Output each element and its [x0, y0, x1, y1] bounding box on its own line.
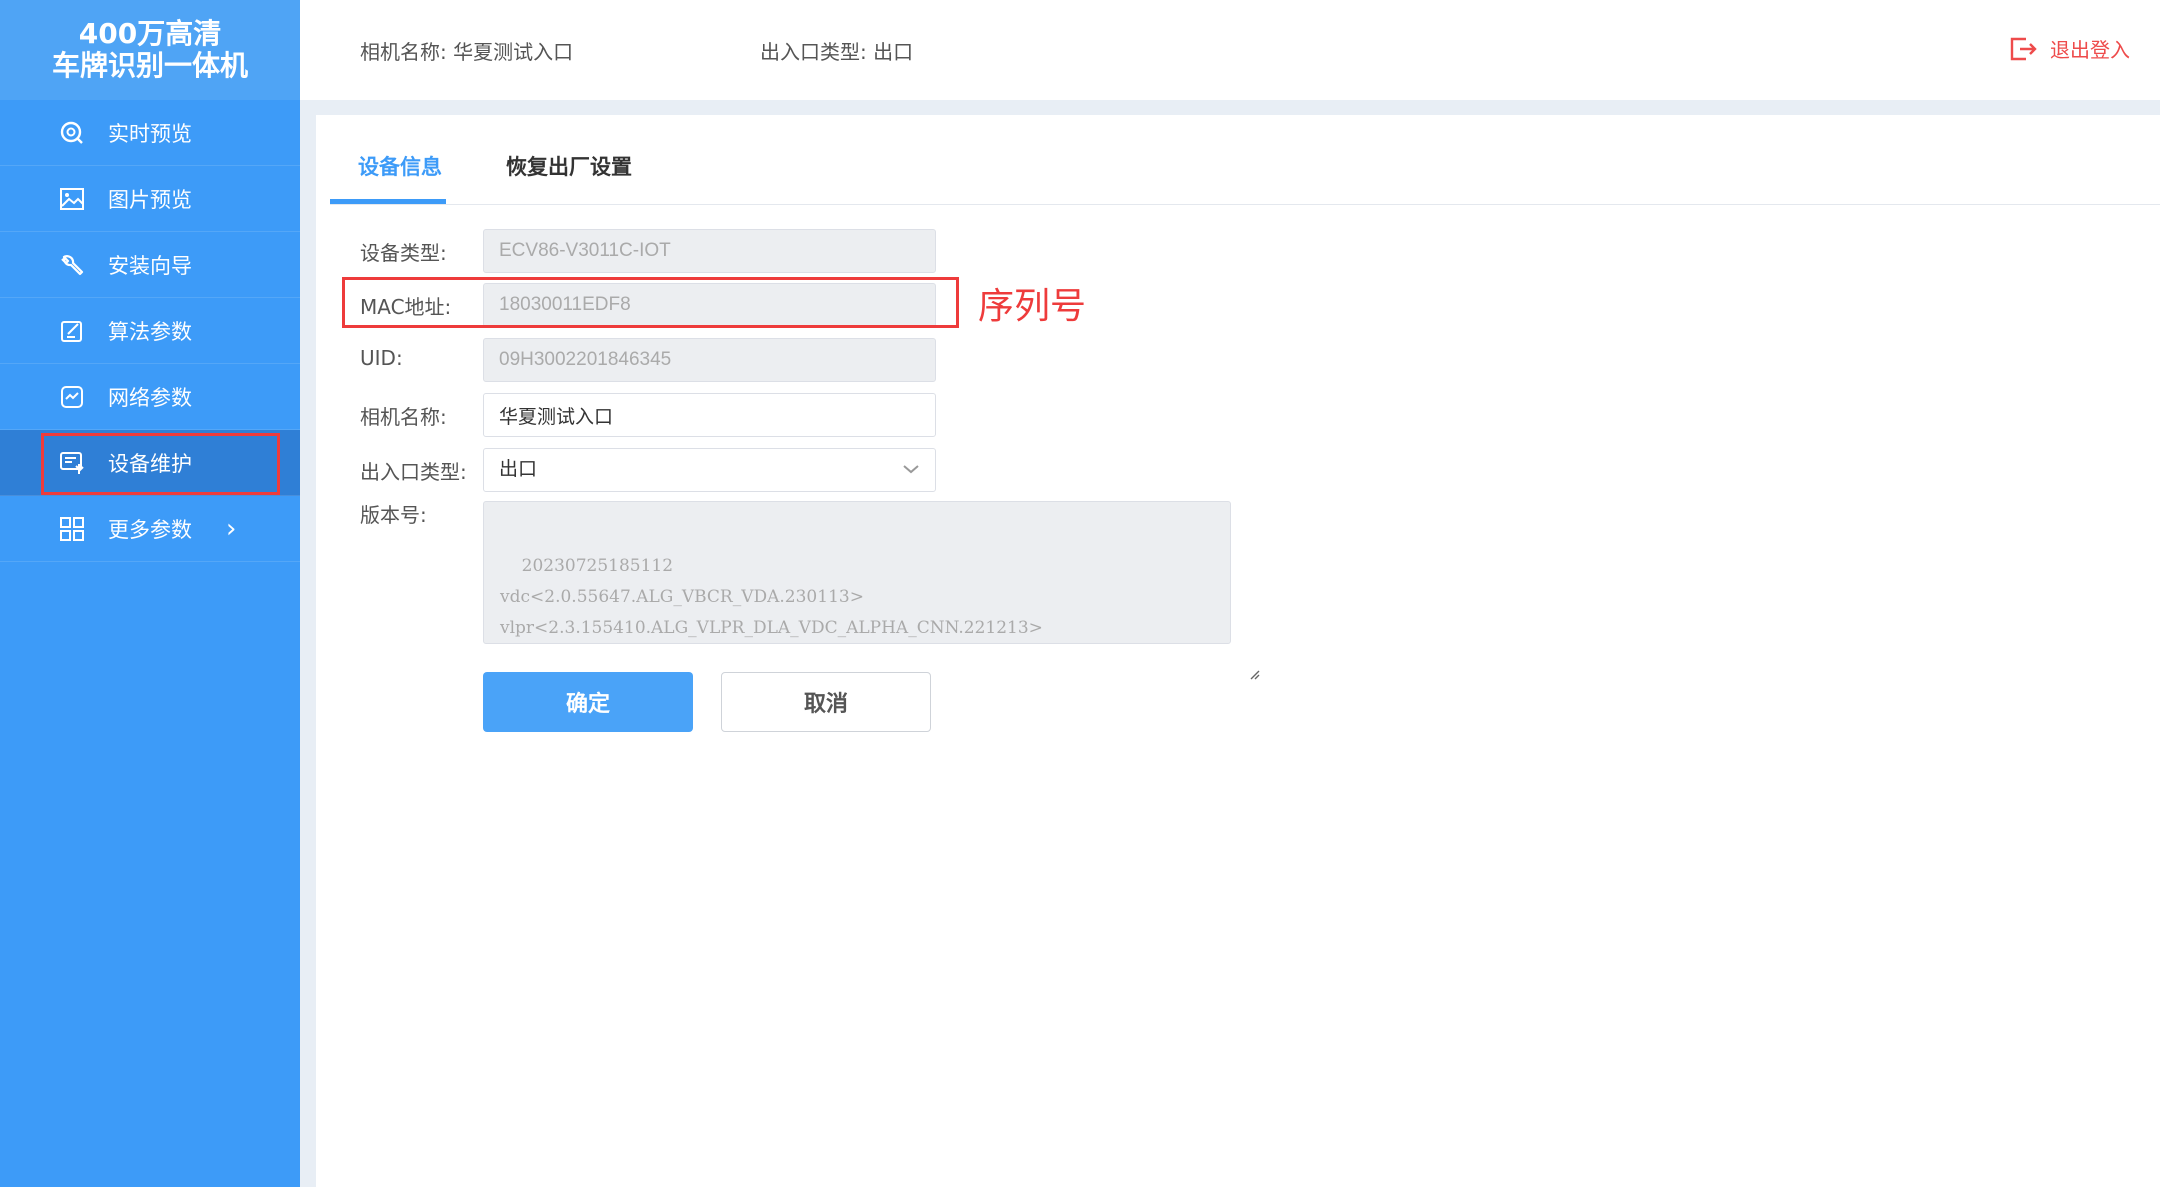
- cancel-button[interactable]: 取消: [721, 672, 931, 732]
- sidebar-item-live-preview[interactable]: 实时预览: [0, 100, 300, 166]
- sidebar: 400万高清 车牌识别一体机 实时预览 图片预览 安装向导 算法参数 网络参数: [0, 0, 300, 1187]
- camera-name-input[interactable]: [483, 393, 936, 437]
- version-label: 版本号:: [360, 503, 427, 527]
- live-preview-icon: [58, 119, 86, 147]
- tab-device-info[interactable]: 设备信息: [358, 151, 442, 181]
- sidebar-item-algorithm-params[interactable]: 算法参数: [0, 298, 300, 364]
- gate-type-value: 出口: [499, 459, 538, 480]
- brand-logo: 400万高清 车牌识别一体机: [0, 0, 300, 100]
- confirm-button[interactable]: 确定: [483, 672, 693, 732]
- version-textarea: 20230725185112 vdc<2.0.55647.ALG_VBCR_VD…: [483, 501, 1260, 680]
- header-gate-type: 出入口类型: 出口: [760, 40, 914, 64]
- gate-type-select[interactable]: 出口: [483, 448, 936, 492]
- sidebar-item-label: 图片预览: [108, 187, 192, 212]
- active-tab-indicator: [330, 199, 446, 204]
- sidebar-item-label: 更多参数: [108, 517, 192, 542]
- grid-icon: [58, 515, 86, 543]
- logout-icon: [2008, 35, 2038, 63]
- wrench-icon: [58, 251, 86, 279]
- maintenance-icon: [58, 449, 86, 477]
- sidebar-item-device-maintenance[interactable]: 设备维护: [0, 430, 300, 496]
- mac-address-label: MAC地址:: [360, 295, 452, 319]
- device-type-field: [483, 229, 936, 273]
- sidebar-item-network-params[interactable]: 网络参数: [0, 364, 300, 430]
- tab-bar: 设备信息 恢复出厂设置: [330, 115, 2160, 205]
- brand-line2: 车牌识别一体机: [51, 49, 248, 82]
- device-type-label: 设备类型:: [360, 241, 447, 265]
- sidebar-item-more-params[interactable]: 更多参数 ›: [0, 496, 300, 562]
- sidebar-item-label: 网络参数: [108, 385, 192, 410]
- serial-number-annotation: 序列号: [978, 286, 1087, 327]
- sidebar-item-label: 算法参数: [108, 319, 192, 344]
- chevron-down-icon: [902, 449, 920, 491]
- sidebar-item-image-preview[interactable]: 图片预览: [0, 166, 300, 232]
- tab-factory-reset[interactable]: 恢复出厂设置: [506, 151, 632, 181]
- brand-line1: 400万高清: [78, 17, 222, 50]
- sidebar-item-label: 设备维护: [108, 451, 192, 476]
- mac-address-field: [483, 283, 936, 327]
- logout-button[interactable]: 退出登入: [2008, 34, 2130, 63]
- camera-name-label: 相机名称:: [360, 405, 447, 429]
- network-icon: [58, 383, 86, 411]
- uid-label: UID:: [360, 346, 403, 370]
- sidebar-item-label: 实时预览: [108, 121, 192, 146]
- top-header: 相机名称: 华夏测试入口 出入口类型: 出口 退出登入: [300, 0, 2160, 100]
- main-panel: 设备信息 恢复出厂设置 设备类型: MAC地址: 序列号 UID: 相机名称: …: [316, 115, 2160, 1187]
- sidebar-item-install-wizard[interactable]: 安装向导: [0, 232, 300, 298]
- resize-grip-icon[interactable]: [1216, 629, 1260, 680]
- image-icon: [58, 185, 86, 213]
- gate-type-label: 出入口类型:: [360, 460, 467, 484]
- sidebar-item-label: 安装向导: [108, 253, 192, 278]
- logout-label: 退出登入: [2050, 38, 2130, 62]
- chevron-right-icon: ›: [226, 513, 237, 544]
- uid-field: [483, 338, 936, 382]
- version-text: 20230725185112 vdc<2.0.55647.ALG_VBCR_VD…: [500, 556, 1043, 638]
- header-camera-name: 相机名称: 华夏测试入口: [360, 40, 574, 64]
- edit-icon: [58, 317, 86, 345]
